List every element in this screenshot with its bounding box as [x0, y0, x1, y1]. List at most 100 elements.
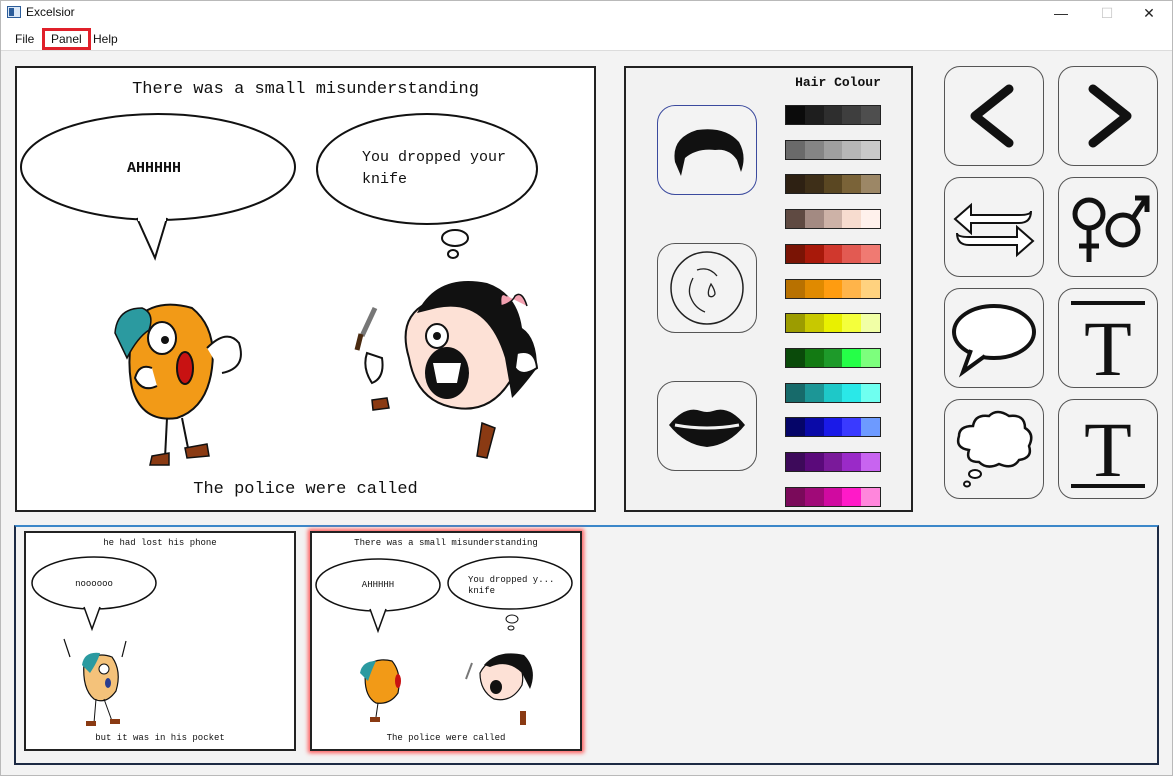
hair-colour-swatch[interactable]: [823, 175, 843, 194]
hair-colour-swatch[interactable]: [842, 348, 862, 367]
hair-colour-swatch[interactable]: [823, 383, 843, 402]
hair-colour-swatch-row[interactable]: [785, 139, 881, 160]
hair-colour-swatch[interactable]: [842, 487, 862, 506]
hair-colour-swatch[interactable]: [823, 140, 843, 159]
hair-colour-swatch[interactable]: [786, 210, 805, 229]
thought-bubble[interactable]: [316, 113, 538, 259]
hair-colour-swatch-row[interactable]: [785, 278, 881, 299]
knife-character[interactable]: [354, 281, 539, 459]
thought-bubble-text-line1[interactable]: You dropped your: [362, 149, 506, 166]
hair-colour-swatch[interactable]: [861, 279, 880, 298]
hair-colour-swatch[interactable]: [861, 453, 880, 471]
hair-colour-swatch-row[interactable]: [785, 347, 881, 368]
hair-colour-swatch[interactable]: [842, 383, 862, 402]
hair-colour-swatch-row[interactable]: [785, 417, 881, 438]
next-button[interactable]: [1058, 66, 1158, 166]
hair-colour-swatch[interactable]: [786, 348, 805, 367]
hair-colour-swatch[interactable]: [786, 314, 805, 333]
hair-colour-swatch[interactable]: [861, 244, 880, 263]
hair-colour-swatch[interactable]: [842, 140, 862, 159]
hair-colour-swatch[interactable]: [804, 418, 824, 437]
hair-colour-swatch[interactable]: [823, 418, 843, 437]
menu-file[interactable]: File: [9, 28, 40, 50]
hair-colour-swatch[interactable]: [842, 279, 862, 298]
hair-colour-swatch[interactable]: [842, 175, 862, 194]
hair-colour-swatch-row[interactable]: [785, 313, 881, 334]
hair-colour-swatch[interactable]: [842, 106, 862, 124]
speech-bubble-text[interactable]: AHHHHH: [127, 160, 181, 177]
hair-colour-swatch[interactable]: [786, 383, 805, 402]
hair-colour-swatch[interactable]: [842, 244, 862, 263]
hair-colour-swatch[interactable]: [804, 453, 824, 471]
hair-colour-swatch-row[interactable]: [785, 382, 881, 403]
menu-help[interactable]: Help: [87, 28, 124, 50]
hair-colour-swatch[interactable]: [786, 487, 805, 506]
hair-colour-swatch[interactable]: [823, 244, 843, 263]
hair-colour-swatch-row[interactable]: [785, 486, 881, 507]
hair-colour-swatch[interactable]: [861, 314, 880, 333]
hair-colour-swatch[interactable]: [786, 453, 805, 471]
hair-colour-swatch[interactable]: [823, 348, 843, 367]
hair-colour-swatch-row[interactable]: [785, 105, 881, 125]
hair-colour-swatch[interactable]: [861, 487, 880, 506]
top-text-button[interactable]: T: [1058, 288, 1158, 388]
hair-colour-swatch[interactable]: [842, 453, 862, 471]
hair-colour-swatch[interactable]: [823, 314, 843, 333]
hair-colour-swatch[interactable]: [823, 453, 843, 471]
hair-colour-swatch[interactable]: [804, 210, 824, 229]
hair-colour-swatch[interactable]: [804, 383, 824, 402]
hair-colour-swatch[interactable]: [842, 418, 862, 437]
hair-colour-swatch[interactable]: [804, 244, 824, 263]
hair-colour-swatch[interactable]: [804, 175, 824, 194]
hair-colour-swatch-row[interactable]: [785, 209, 881, 230]
hair-colour-swatch[interactable]: [786, 140, 805, 159]
previous-button[interactable]: [944, 66, 1044, 166]
hair-colour-swatch[interactable]: [823, 106, 843, 124]
bottom-text-button[interactable]: T: [1058, 399, 1158, 499]
speech-bubble-button[interactable]: [944, 288, 1044, 388]
gender-button[interactable]: [1058, 177, 1158, 277]
hair-colour-swatch[interactable]: [804, 348, 824, 367]
hair-colour-swatch[interactable]: [861, 140, 880, 159]
close-button[interactable]: ✕: [1126, 1, 1172, 25]
panel-thumbnail-selected[interactable]: There was a small misunderstanding AHHHH…: [310, 531, 582, 751]
panel-thumbnail[interactable]: he had lost his phone noooooo but it was…: [24, 531, 296, 751]
hair-colour-swatch[interactable]: [804, 487, 824, 506]
hair-colour-swatch[interactable]: [786, 418, 805, 437]
hair-colour-swatch[interactable]: [842, 210, 862, 229]
hair-colour-swatch[interactable]: [861, 106, 880, 124]
hair-colour-swatch[interactable]: [842, 314, 862, 333]
hair-colour-swatch[interactable]: [804, 106, 824, 124]
hair-colour-swatch[interactable]: [823, 487, 843, 506]
hair-colour-swatch-row[interactable]: [785, 243, 881, 264]
hair-colour-swatch-row[interactable]: [785, 452, 881, 472]
hair-colour-swatch[interactable]: [861, 175, 880, 194]
thought-bubble-button[interactable]: [944, 399, 1044, 499]
hair-colour-swatch[interactable]: [786, 279, 805, 298]
hair-colour-swatch-row[interactable]: [785, 174, 881, 195]
hair-colour-swatch[interactable]: [804, 140, 824, 159]
minimize-button[interactable]: —: [1038, 1, 1084, 25]
thought-bubble-text-line2[interactable]: knife: [362, 171, 407, 188]
hair-option-button[interactable]: [657, 105, 757, 195]
hair-colour-swatch[interactable]: [786, 106, 805, 124]
panel-top-caption[interactable]: There was a small misunderstanding: [17, 80, 594, 99]
hair-colour-swatch[interactable]: [786, 244, 805, 263]
hair-colour-swatch[interactable]: [786, 175, 805, 194]
panel-bottom-caption[interactable]: The police were called: [17, 480, 594, 499]
lips-option-button[interactable]: [657, 381, 757, 471]
hair-colour-swatch[interactable]: [861, 383, 880, 402]
hair-colour-swatch[interactable]: [861, 348, 880, 367]
hair-colour-swatch[interactable]: [804, 314, 824, 333]
hair-colour-swatch[interactable]: [804, 279, 824, 298]
face-option-button[interactable]: [657, 243, 757, 333]
maximize-button[interactable]: ☐: [1084, 1, 1130, 25]
swap-button[interactable]: [944, 177, 1044, 277]
scared-character[interactable]: [114, 303, 242, 466]
speech-bubble[interactable]: [20, 113, 296, 261]
menu-panel[interactable]: Panel: [42, 28, 91, 50]
comic-panel-editor[interactable]: There was a small misunderstanding AHHHH…: [15, 66, 596, 512]
hair-colour-swatch[interactable]: [823, 279, 843, 298]
hair-colour-swatch[interactable]: [823, 210, 843, 229]
hair-colour-swatch[interactable]: [861, 210, 880, 229]
